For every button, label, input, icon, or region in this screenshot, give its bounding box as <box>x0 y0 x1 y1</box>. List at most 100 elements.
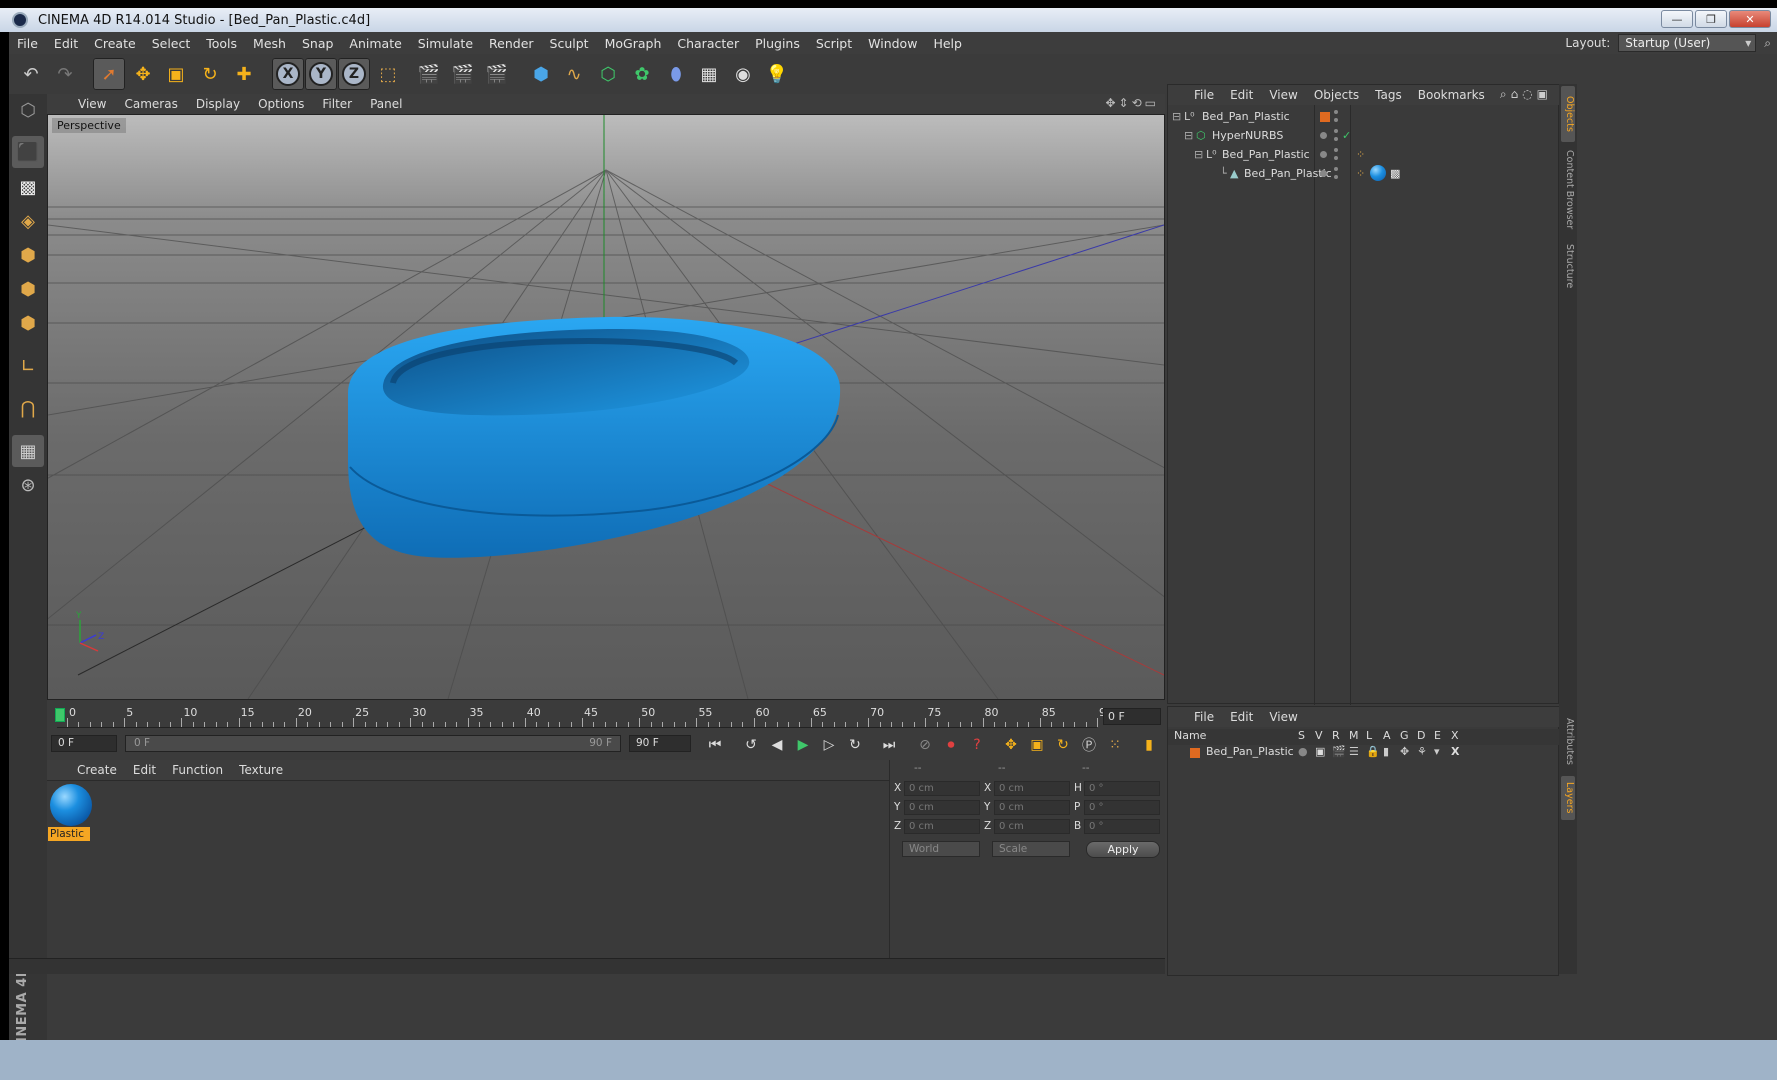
edges-mode-icon[interactable]: ⬢ <box>12 273 44 305</box>
layers-menu-edit[interactable]: Edit <box>1222 710 1261 724</box>
key-position-icon[interactable]: ✥ <box>999 734 1023 756</box>
menu-file[interactable]: File <box>9 36 46 51</box>
perspective-viewport[interactable]: Y Z Perspective <box>47 114 1165 700</box>
layer-color-icon[interactable] <box>1190 748 1200 758</box>
menu-help[interactable]: Help <box>925 36 970 51</box>
objects-menu-bookmarks[interactable]: Bookmarks <box>1410 88 1493 102</box>
collapse-icon[interactable]: ⊟ <box>1184 129 1193 142</box>
end-frame-field[interactable]: 90 F <box>629 735 691 752</box>
y-axis-lock-icon[interactable]: Y <box>305 58 337 90</box>
timeline-ruler[interactable]: 051015202530354045505560657075808590 0 F <box>47 704 1165 732</box>
tab-layers[interactable]: Layers <box>1561 776 1575 820</box>
layer-expressions-icon[interactable]: ▾ <box>1434 745 1440 758</box>
object-row[interactable]: ⊟ L⁰ Bed_Pan_Plastic ⁘ <box>1168 145 1560 164</box>
tab-structure[interactable]: Structure <box>1561 238 1575 294</box>
rot-b-field[interactable]: 0 ° <box>1084 819 1160 834</box>
nurbs-icon[interactable]: ⬡ <box>592 58 624 90</box>
menu-snap[interactable]: Snap <box>294 36 341 51</box>
playhead-marker[interactable] <box>55 708 65 722</box>
coordinate-mode-dropdown[interactable]: World <box>902 841 980 857</box>
cube-primitive-icon[interactable]: ⬢ <box>525 58 557 90</box>
key-parameter-icon[interactable]: Ⓟ <box>1077 734 1101 756</box>
uvw-tag-icon[interactable]: ▩ <box>1390 167 1400 180</box>
editor-visibility-icon[interactable] <box>1334 167 1338 171</box>
layer-render-icon[interactable]: 🎬 <box>1332 745 1346 758</box>
collapse-icon[interactable]: ⊟ <box>1172 110 1181 123</box>
tag-icon[interactable]: ⁘ <box>1356 148 1365 161</box>
x-axis-lock-icon[interactable]: X <box>272 58 304 90</box>
size-x-field[interactable]: 0 cm <box>994 781 1070 796</box>
rotate-icon[interactable]: ↻ <box>194 58 226 90</box>
apply-button[interactable]: Apply <box>1086 841 1160 858</box>
material-menu-texture[interactable]: Texture <box>231 763 291 777</box>
objects-menu-objects[interactable]: Objects <box>1306 88 1367 102</box>
go-to-start-icon[interactable]: ⏮ <box>703 734 727 756</box>
points-mode-icon[interactable]: ⬢ <box>12 239 44 271</box>
record-keys-icon[interactable]: ⊘ <box>913 734 937 756</box>
objects-menu-file[interactable]: File <box>1186 88 1222 102</box>
tab-objects[interactable]: Objects <box>1561 86 1575 142</box>
object-row[interactable]: ⊟ ⬡ HyperNURBS ✓ <box>1168 126 1560 145</box>
pos-z-field[interactable]: 0 cm <box>904 819 980 834</box>
menu-mograph[interactable]: MoGraph <box>597 36 670 51</box>
soft-selection-icon[interactable]: ⊛ <box>12 469 44 501</box>
snap-icon[interactable]: ⋂ <box>12 392 44 424</box>
viewport-menu-display[interactable]: Display <box>187 97 249 111</box>
menu-script[interactable]: Script <box>808 36 860 51</box>
search-icon[interactable]: ⌕ <box>1764 36 1771 51</box>
next-keyframe-icon[interactable]: ↻ <box>843 734 867 756</box>
menu-edit[interactable]: Edit <box>46 36 86 51</box>
model-mode-icon[interactable]: ⬛ <box>12 136 44 168</box>
timeline-window-icon[interactable]: ▮ <box>1137 734 1161 756</box>
viewport-menu-panel[interactable]: Panel <box>361 97 411 111</box>
layer-deformers-icon[interactable]: ⚘ <box>1417 745 1427 758</box>
menu-simulate[interactable]: Simulate <box>410 36 481 51</box>
layer-manager-icon[interactable]: ☰ <box>1349 745 1359 758</box>
phong-tag-icon[interactable]: ⁘ <box>1356 167 1365 180</box>
editor-visibility-icon[interactable] <box>1334 129 1338 133</box>
axis-mode-icon[interactable]: ∟ <box>12 350 44 382</box>
rot-p-field[interactable]: 0 ° <box>1084 800 1160 815</box>
add-tool-icon[interactable]: ✚ <box>228 58 260 90</box>
live-selection-icon[interactable]: ➚ <box>93 58 125 90</box>
layer-xref-icon[interactable]: X <box>1451 745 1459 758</box>
scale-icon[interactable]: ▣ <box>160 58 192 90</box>
restore-button[interactable]: ❐ <box>1695 10 1727 28</box>
material-menu-create[interactable]: Create <box>69 763 125 777</box>
material-item-plastic[interactable]: Plastic <box>47 781 93 843</box>
pos-x-field[interactable]: 0 cm <box>904 781 980 796</box>
material-tag-icon[interactable] <box>1370 165 1386 181</box>
menu-sculpt[interactable]: Sculpt <box>542 36 597 51</box>
material-menu-edit[interactable]: Edit <box>125 763 164 777</box>
menu-character[interactable]: Character <box>669 36 747 51</box>
menu-window[interactable]: Window <box>860 36 925 51</box>
array-icon[interactable]: ✿ <box>626 58 658 90</box>
rot-h-field[interactable]: 0 ° <box>1084 781 1160 796</box>
key-rotation-icon[interactable]: ↻ <box>1051 734 1075 756</box>
previous-keyframe-icon[interactable]: ↺ <box>739 734 763 756</box>
layer-solo-icon[interactable]: ● <box>1298 745 1308 758</box>
layer-view-icon[interactable]: ▣ <box>1315 745 1325 758</box>
enabled-check-icon[interactable]: ✓ <box>1342 129 1351 142</box>
layer-generators-icon[interactable]: ✥ <box>1400 745 1409 758</box>
tab-content-browser[interactable]: Content Browser <box>1561 146 1575 234</box>
current-frame-display[interactable]: 0 F <box>1103 708 1161 725</box>
menu-plugins[interactable]: Plugins <box>747 36 808 51</box>
undo-icon[interactable]: ↶ <box>15 58 47 90</box>
size-mode-dropdown[interactable]: Scale <box>992 841 1070 857</box>
viewport-nav-icons[interactable]: ✥⇕⟲▭ <box>1105 96 1159 110</box>
workplane-icon[interactable]: ◈ <box>12 205 44 237</box>
frame-ruler[interactable]: 051015202530354045505560657075808590 <box>57 706 1113 728</box>
material-menu-function[interactable]: Function <box>164 763 231 777</box>
go-to-end-icon[interactable]: ⏭ <box>877 734 901 756</box>
object-row[interactable]: └ ▲ Bed_Pan_Plastic ⁘ ▩ <box>1168 164 1560 183</box>
workplane-lock-icon[interactable]: ▦ <box>12 435 44 467</box>
render-visibility-icon[interactable] <box>1334 156 1338 160</box>
menu-mesh[interactable]: Mesh <box>245 36 294 51</box>
polygons-mode-icon[interactable]: ⬢ <box>12 307 44 339</box>
menu-select[interactable]: Select <box>144 36 199 51</box>
collapse-icon[interactable]: ⊟ <box>1194 148 1203 161</box>
render-visibility-icon[interactable] <box>1334 118 1338 122</box>
previous-frame-icon[interactable]: ◀ <box>765 734 789 756</box>
autokey-icon[interactable]: ⏺ <box>939 734 963 756</box>
